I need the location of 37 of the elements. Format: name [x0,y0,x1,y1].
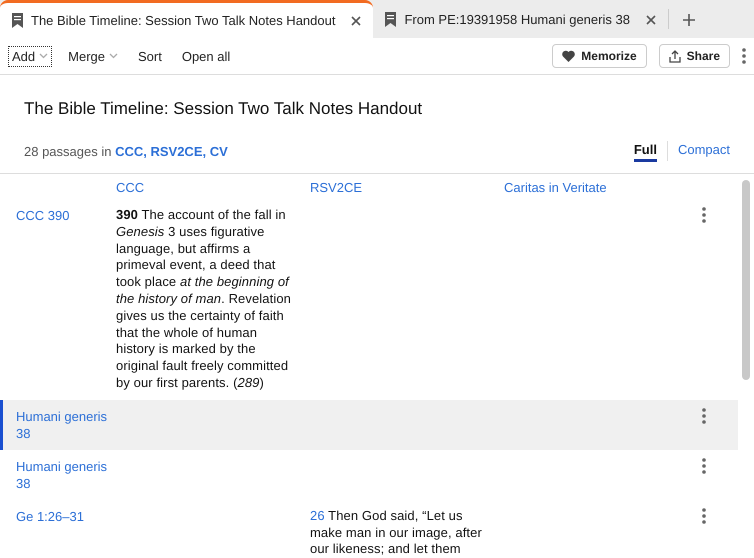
heart-icon [562,50,576,62]
close-icon[interactable] [646,14,656,24]
column-header: Caritas in Veritate [504,180,608,195]
passage-text: 26 Then God said, “Let us make man in our image, after our likeness; and let them [310,508,483,558]
passage-reference[interactable]: Humani generis 38 [16,458,108,492]
passage-summary: 28 passages in CCC, RSV2CE, CV [24,144,228,158]
row-menu-icon[interactable] [702,408,706,424]
row-menu-icon[interactable] [702,508,706,524]
bookmark-icon [12,13,23,28]
column-header: CCC [116,180,146,195]
more-menu-icon[interactable] [742,48,746,64]
toolbar-button[interactable]: Sort [134,46,166,66]
row-menu-icon[interactable] [702,207,706,223]
share-button[interactable]: Share [658,44,730,68]
tab-label: The Bible Timeline: Session Two Talk Notes Handout [31,13,336,28]
view-toggle[interactable]: Full [634,140,657,162]
passage-reference[interactable]: CCC 390 [16,207,108,224]
toolbar-button[interactable]: Add [8,46,52,66]
passage-row[interactable]: Humani generis 38 [0,400,738,450]
toolbar-button[interactable]: Merge [64,46,122,66]
share-icon [668,50,681,62]
document-tab[interactable]: From PE:19391958 Humani generis 38 [373,1,668,38]
passage-reference[interactable]: Humani generis 38 [16,408,108,442]
column-header: RSV2CE [310,180,364,195]
new-tab-icon[interactable] [682,14,695,26]
passage-reference[interactable]: Ge 1:26–31 [16,508,108,525]
document-tab[interactable]: The Bible Timeline: Session Two Talk Notes Handout [0,0,374,38]
memorize-button[interactable]: Memorize [552,44,647,68]
scrollbar-thumb[interactable] [742,180,750,380]
view-toggle[interactable]: Compact [678,140,730,162]
tab-label: From PE:19391958 Humani generis 38 [404,12,630,27]
row-menu-icon[interactable] [702,458,706,474]
bookmark-icon [385,12,396,27]
passage-text: 390 The account of the fall in Genesis 3 uses figurative language, but affirms a primeval event, a deed that took place at the beginning of the history of man. Revelation gives us the certainty of faith that the whole of human history is marked by the original fault freely committed by our first parents. (289) [116,207,292,392]
document-title: The Bible Timeline: Session Two Talk Notes Handout [24,99,424,119]
toolbar-button[interactable]: Open all [178,46,234,66]
close-icon[interactable] [351,16,362,26]
